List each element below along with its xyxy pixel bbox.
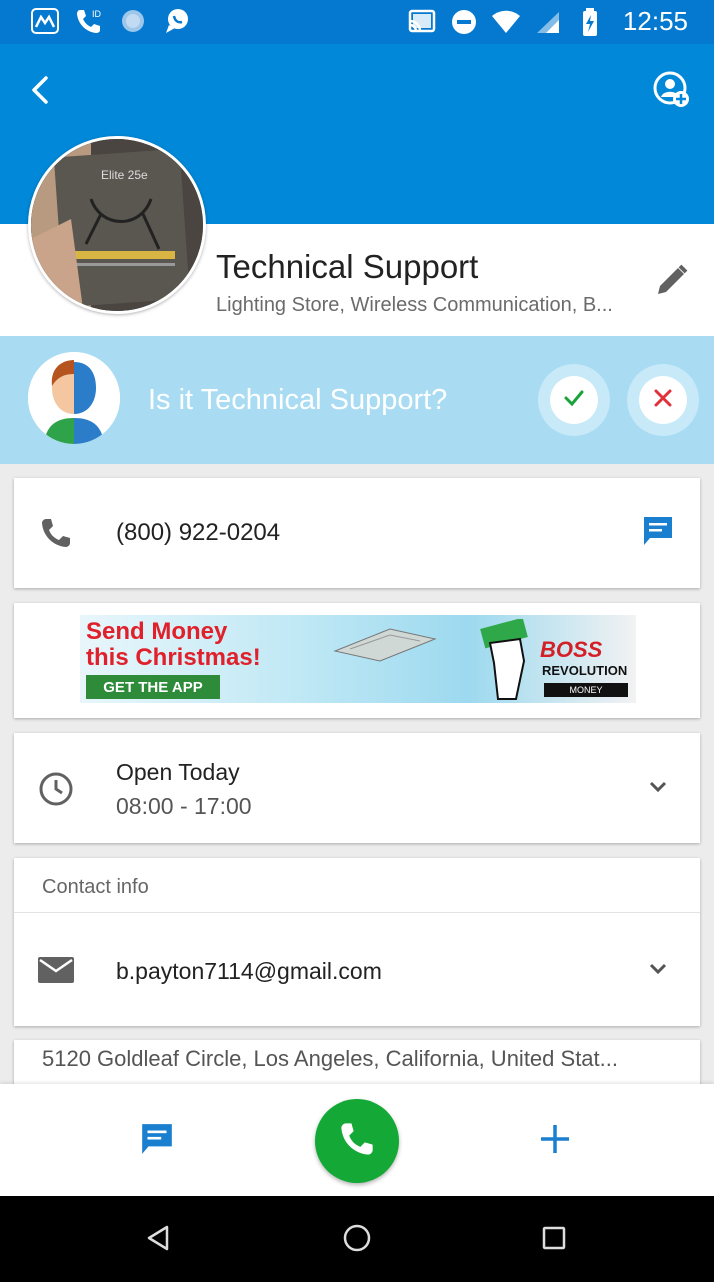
avatar — [28, 352, 120, 444]
edit-button[interactable] — [650, 260, 694, 304]
ad-banner[interactable]: Send Money this Christmas! GET THE APP B… — [80, 615, 636, 703]
add-button[interactable] — [532, 1118, 578, 1164]
clock-icon — [34, 767, 78, 811]
message-button[interactable] — [636, 511, 680, 555]
message-action-button[interactable] — [134, 1118, 180, 1164]
message-icon — [139, 1121, 175, 1162]
contact-category: Lighting Store, Wireless Communication, … — [216, 294, 613, 316]
hours-time: 08:00 - 17:00 — [116, 793, 252, 819]
identity-confirm-bar: Is it Technical Support? — [0, 336, 714, 464]
clock: 12:55 — [622, 6, 688, 36]
email-address[interactable]: b.payton7114@gmail.com — [116, 958, 382, 985]
system-nav-bar — [0, 1196, 714, 1282]
bottom-action-bar — [0, 1084, 714, 1196]
wifi-icon — [491, 7, 521, 37]
monitor-app-icon — [30, 6, 60, 36]
ad-headline-2: this Christmas! — [86, 644, 261, 671]
contact-info-card: Contact info b.payton7114@gmail.com — [14, 858, 700, 1026]
status-bar: ID 12:55 — [0, 0, 714, 44]
phone-card[interactable]: (800) 922-0204 — [14, 478, 700, 588]
hours-status: Open Today — [116, 759, 240, 785]
chevron-down-icon — [648, 962, 668, 981]
chevron-down-icon — [648, 780, 668, 799]
fist-money-icon — [480, 619, 528, 700]
circle-home-icon — [342, 1223, 372, 1258]
add-contact-button[interactable] — [650, 70, 694, 114]
confirm-no-button[interactable] — [627, 364, 699, 436]
nav-back-button[interactable] — [136, 1218, 180, 1262]
expand-email-button[interactable] — [636, 949, 680, 993]
ad-brand-name: BOSS — [540, 637, 603, 662]
back-button[interactable] — [20, 70, 60, 114]
back-arrow-icon — [29, 75, 51, 110]
ad-card[interactable]: Send Money this Christmas! GET THE APP B… — [14, 603, 700, 718]
wifi-call-icon: ID — [74, 6, 104, 36]
call-button[interactable] — [315, 1099, 399, 1183]
product-photo-image: Elite 25e — [31, 139, 203, 311]
close-icon — [652, 387, 674, 414]
message-icon — [641, 514, 675, 553]
photo-box-label: Elite 25e — [101, 168, 148, 182]
signal-icon — [533, 7, 563, 37]
address-text: 5120 Goldleaf Circle, Los Angeles, Calif… — [42, 1046, 618, 1071]
check-icon — [562, 386, 586, 415]
nav-recents-button[interactable] — [532, 1218, 576, 1262]
phone-number: (800) 922-0204 — [116, 519, 281, 546]
contact-photo[interactable]: Elite 25e — [28, 136, 206, 314]
pencil-icon — [654, 262, 690, 303]
hours-card[interactable]: Open Today 08:00 - 17:00 — [14, 733, 700, 843]
phone-icon — [34, 511, 78, 555]
chat-bubble-icon — [162, 6, 192, 36]
triangle-back-icon — [143, 1223, 173, 1258]
divider — [14, 912, 700, 913]
battery-icon — [575, 7, 605, 37]
ad-brand-subtitle: REVOLUTION — [542, 663, 628, 678]
plus-icon — [538, 1122, 572, 1161]
expand-hours-button[interactable] — [636, 767, 680, 811]
add-person-icon — [652, 70, 692, 115]
svg-text:ID: ID — [92, 9, 102, 19]
phone-icon — [338, 1120, 376, 1163]
cast-icon — [407, 7, 437, 37]
contact-name: Technical Support — [216, 248, 479, 285]
dnd-icon — [449, 7, 479, 37]
ad-brand-tag: MONEY — [544, 683, 628, 697]
nav-home-button[interactable] — [335, 1218, 379, 1262]
square-recents-icon — [540, 1224, 568, 1257]
confirm-yes-button[interactable] — [538, 364, 610, 436]
money-stack-icon — [333, 628, 437, 662]
ad-cta-button[interactable]: GET THE APP — [86, 675, 220, 699]
circle-dot-icon — [118, 6, 148, 36]
email-icon — [34, 948, 78, 992]
contact-info-header: Contact info — [42, 876, 149, 898]
ad-headline-1: Send Money — [86, 618, 228, 645]
confirm-question: Is it Technical Support? — [148, 384, 448, 416]
